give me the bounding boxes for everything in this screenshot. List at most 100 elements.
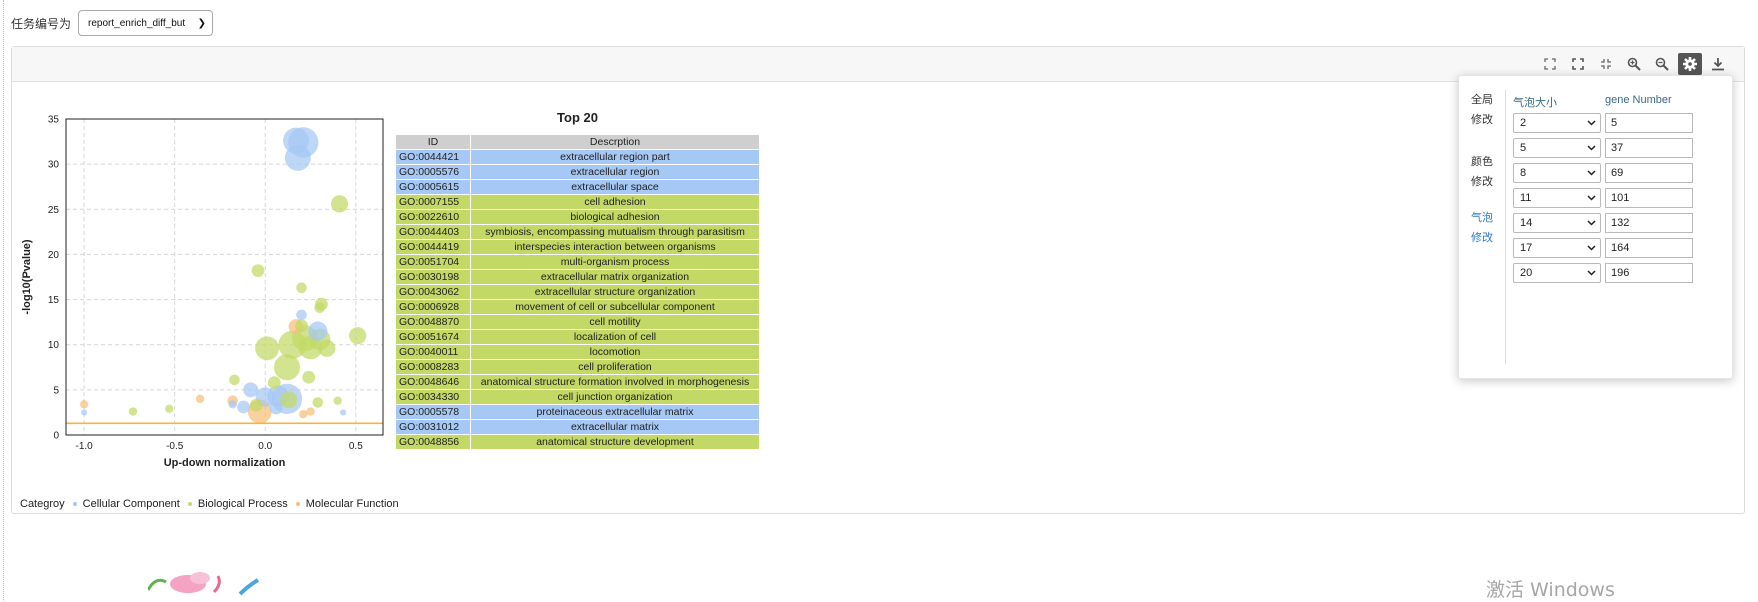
go-id-cell: GO:0007155 — [395, 194, 471, 210]
go-id-cell: GO:0048856 — [395, 434, 471, 450]
go-id-cell: GO:0006928 — [395, 299, 471, 315]
legend-item-molecular[interactable]: Molecular Function — [306, 498, 399, 510]
table-row: GO:0031012 extracellular matrix — [395, 419, 760, 435]
data-point — [267, 376, 281, 390]
task-label: 任务编号为 — [11, 16, 72, 31]
chevron-down-icon — [1587, 168, 1596, 178]
go-id-cell: GO:0005615 — [395, 179, 471, 195]
page-left-border — [3, 0, 4, 602]
gene-number-input[interactable]: 5 — [1605, 113, 1693, 133]
bubble-size-select[interactable]: 11 — [1513, 188, 1601, 208]
popup-side-nav: 全局 修改 颜色 修改 气泡 修改 — [1471, 90, 1505, 248]
gene-number-input[interactable]: 196 — [1605, 263, 1693, 283]
side-global-2[interactable]: 修改 — [1471, 110, 1505, 130]
y-tick-label: 0 — [53, 431, 59, 442]
go-description-cell: cell adhesion — [470, 194, 760, 210]
side-color-2[interactable]: 修改 — [1471, 172, 1505, 192]
data-point — [251, 264, 265, 278]
go-description-cell: extracellular region part — [470, 149, 760, 165]
task-selector-bar: 任务编号为 report_enrich_diff_but ❯ — [11, 10, 214, 36]
col-id-header: ID — [395, 134, 471, 150]
bubble-size-value: 5 — [1520, 142, 1527, 154]
table-body: GO:0044421 extracellular region part GO:00… — [395, 149, 760, 450]
bubble-size-row: 20 196 — [1513, 263, 1693, 283]
go-id-cell: GO:0044403 — [395, 224, 471, 240]
gene-number-input[interactable]: 101 — [1605, 188, 1693, 208]
data-point — [273, 354, 300, 381]
chart-toolbar — [1538, 53, 1730, 75]
go-description-cell: extracellular matrix organization — [470, 269, 760, 285]
chevron-down-icon: ❯ — [197, 17, 207, 29]
go-description-cell: extracellular space — [470, 179, 760, 195]
y-tick-label: 5 — [53, 385, 59, 396]
data-point — [165, 404, 174, 414]
bubble-size-select[interactable]: 5 — [1513, 138, 1601, 158]
go-description-cell: cell proliferation — [470, 359, 760, 375]
bubble-size-select[interactable]: 17 — [1513, 238, 1601, 258]
bubble-size-value: 8 — [1520, 167, 1527, 179]
go-id-cell: GO:0051704 — [395, 254, 471, 270]
bubble-size-select[interactable]: 2 — [1513, 113, 1601, 133]
legend-item-biological[interactable]: Biological Process — [198, 498, 288, 510]
y-tick-label: 25 — [48, 205, 60, 216]
gene-number-input[interactable]: 164 — [1605, 238, 1693, 258]
table-row: GO:0051704 multi-organism process — [395, 254, 760, 270]
side-bubble-1[interactable]: 气泡 — [1471, 208, 1505, 228]
y-tick-label: 30 — [48, 160, 60, 171]
bubble-size-value: 11 — [1520, 192, 1532, 204]
chevron-down-icon — [1587, 118, 1596, 128]
zoom-out-icon[interactable] — [1650, 53, 1674, 75]
plot-frame — [65, 118, 384, 436]
table-row: GO:0048646 anatomical structure formation… — [395, 374, 760, 390]
expand-icon[interactable] — [1538, 53, 1562, 75]
go-id-cell: GO:0005578 — [395, 404, 471, 420]
side-global-1[interactable]: 全局 — [1471, 90, 1505, 110]
go-description-cell: anatomical structure development — [470, 434, 760, 450]
compress-icon[interactable] — [1594, 53, 1618, 75]
gene-number-input[interactable]: 132 — [1605, 213, 1693, 233]
data-point — [296, 309, 307, 321]
go-id-cell: GO:0043062 — [395, 284, 471, 300]
bubble-size-value: 17 — [1520, 242, 1533, 254]
bubble-size-row: 8 69 — [1513, 163, 1693, 183]
table-row: GO:0005576 extracellular region — [395, 164, 760, 180]
side-bubble-2[interactable]: 修改 — [1471, 228, 1505, 248]
fullscreen-icon[interactable] — [1566, 53, 1590, 75]
settings-popup: 全局 修改 颜色 修改 气泡 修改 气泡大小 gene Number 2 5 5 37… — [1458, 75, 1733, 379]
y-tick-label: 20 — [48, 250, 60, 261]
x-tick-label: -0.5 — [166, 441, 184, 452]
bubble-size-select[interactable]: 14 — [1513, 213, 1601, 233]
bubble-size-select[interactable]: 8 — [1513, 163, 1601, 183]
task-select[interactable]: report_enrich_diff_but ❯ — [78, 10, 214, 36]
go-id-cell: GO:0030198 — [395, 269, 471, 285]
data-point — [249, 398, 263, 412]
table-row: GO:0044421 extracellular region part — [395, 149, 760, 165]
gene-number-input[interactable]: 69 — [1605, 163, 1693, 183]
table-row: GO:0034330 cell junction organization — [395, 389, 760, 405]
data-point — [128, 407, 138, 416]
go-description-cell: multi-organism process — [470, 254, 760, 270]
go-id-cell: GO:0051674 — [395, 329, 471, 345]
data-point — [333, 396, 342, 405]
windows-activation-watermark: 激活 Windows — [1486, 579, 1615, 601]
download-icon[interactable] — [1706, 53, 1730, 75]
go-description-cell: anatomical structure formation involved … — [470, 374, 760, 390]
data-point — [314, 302, 325, 313]
go-description-cell: biological adhesion — [470, 209, 760, 225]
bubble-size-select[interactable]: 20 — [1513, 263, 1601, 283]
bubble-size-value: 20 — [1520, 267, 1533, 279]
data-point — [243, 382, 259, 398]
gene-number-input[interactable]: 37 — [1605, 138, 1693, 158]
table-row: GO:0043062 extracellular structure organi… — [395, 284, 760, 300]
data-point — [312, 397, 324, 408]
legend-item-cellular[interactable]: Cellular Component — [83, 498, 180, 510]
settings-icon[interactable] — [1678, 53, 1702, 75]
go-id-cell: GO:0040011 — [395, 344, 471, 360]
bubble-size-row: 25 — [1513, 113, 1693, 133]
go-id-cell: GO:0022610 — [395, 209, 471, 225]
legend-title: Categroy — [20, 498, 65, 510]
side-color-1[interactable]: 颜色 — [1471, 152, 1505, 172]
go-description-cell: proteinaceous extracellular matrix — [470, 404, 760, 420]
zoom-in-icon[interactable] — [1622, 53, 1646, 75]
chevron-down-icon — [1587, 218, 1596, 228]
